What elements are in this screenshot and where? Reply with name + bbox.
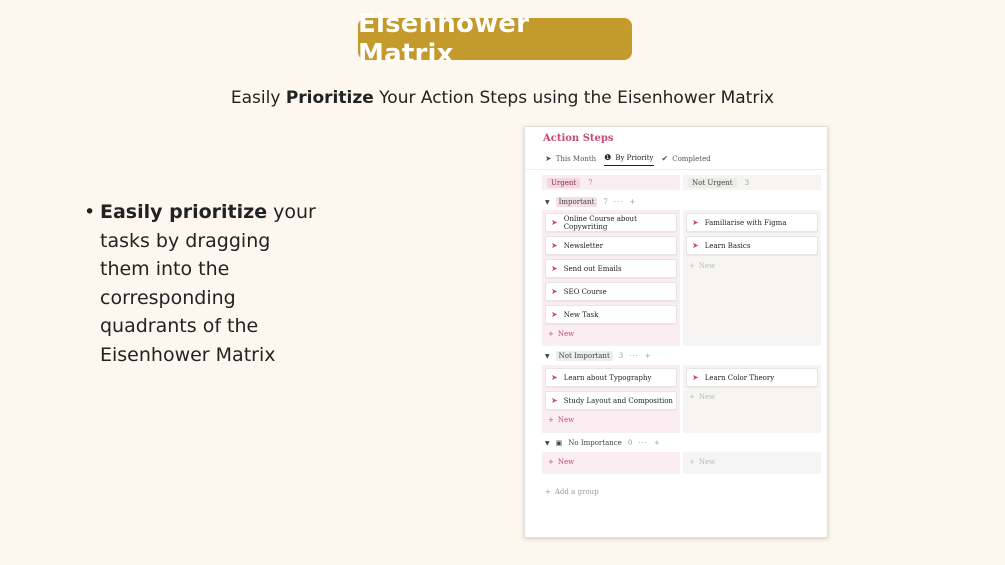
priority-icon: ❶ [604,152,612,162]
task-card[interactable]: ➤ Newsletter [545,236,677,255]
plus-icon: + [689,393,695,401]
add-icon[interactable]: + [654,439,661,447]
column-header-urgent[interactable]: Urgent 7 [542,175,680,190]
quadrant-important-not-urgent: ➤ Familiarise with Figma ➤ Learn Basics + N… [683,210,821,346]
add-icon[interactable]: + [645,352,652,360]
task-card[interactable]: ➤ Learn Color Theory [686,368,818,387]
tab-divider [525,169,827,170]
new-item-button[interactable]: + New [689,393,715,401]
inbox-icon: ▣ [555,439,563,447]
cursor-icon: ➤ [692,217,699,227]
bullet-dot-icon: • [84,201,96,223]
quadrant-not-important-urgent: ➤ Learn about Typography ➤ Study Layout an… [542,365,680,433]
plus-icon: + [548,458,554,466]
view-tabs: ➤ This Month ❶ By Priority ✔ Completed [545,152,711,166]
add-group-button[interactable]: + Add a group [545,488,599,496]
group-header-important[interactable]: ▼ Important 7 ··· + [545,196,636,208]
more-actions-icon[interactable]: ··· [638,439,648,447]
collapse-triangle-icon[interactable]: ▼ [545,199,550,206]
new-item-button[interactable]: + New [689,262,715,270]
task-card[interactable]: ➤ Learn Basics [686,236,818,255]
task-card[interactable]: ➤ Learn about Typography [545,368,677,387]
cursor-icon: ➤ [551,263,558,273]
new-item-button[interactable]: + New [548,330,574,338]
plus-icon: + [545,488,551,496]
new-item-button[interactable]: + New [548,458,574,466]
more-actions-icon[interactable]: ··· [629,352,639,360]
cursor-icon: ➤ [545,154,552,163]
tab-completed[interactable]: ✔ Completed [662,152,711,166]
column-header-not-urgent[interactable]: Not Urgent 3 [683,175,821,190]
new-item-button[interactable]: + New [548,416,574,424]
collapse-triangle-icon[interactable]: ▼ [545,440,550,447]
check-circle-icon: ✔ [661,154,669,163]
cursor-icon: ➤ [551,309,558,319]
cursor-icon: ➤ [692,372,699,382]
quadrant-important-urgent: ➤ Online Course about Copywriting ➤ Newsle… [542,210,680,346]
collapse-triangle-icon[interactable]: ▼ [545,353,550,360]
cursor-icon: ➤ [551,395,558,405]
plus-icon: + [689,262,695,270]
task-card[interactable]: ➤ New Task [545,305,677,324]
add-icon[interactable]: + [630,198,637,206]
quadrant-no-importance-not-urgent: + New [683,452,821,474]
group-header-not-important[interactable]: ▼ Not Important 3 ··· + [545,350,652,362]
feature-bullet: • Easily prioritize your tasks by draggi… [84,198,324,369]
task-card[interactable]: ➤ Study Layout and Composition [545,391,677,410]
plus-icon: + [548,416,554,424]
task-card[interactable]: ➤ Online Course about Copywriting [545,213,677,232]
plus-icon: + [548,330,554,338]
task-card[interactable]: ➤ SEO Course [545,282,677,301]
task-card[interactable]: ➤ Familiarise with Figma [686,213,818,232]
more-actions-icon[interactable]: ··· [614,198,624,206]
page-subtitle: Easily Prioritize Your Action Steps usin… [230,88,775,108]
action-steps-board: Action Steps ➤ This Month ❶ By Priority … [524,126,828,538]
tab-by-priority[interactable]: ❶ By Priority [604,152,654,166]
plus-icon: + [689,458,695,466]
task-card[interactable]: ➤ Send out Emails [545,259,677,278]
cursor-icon: ➤ [551,217,558,227]
cursor-icon: ➤ [551,372,558,382]
tab-this-month[interactable]: ➤ This Month [545,152,596,166]
group-header-no-importance[interactable]: ▼ ▣ No Importance 0 ··· + [545,437,661,449]
quadrant-no-importance-urgent: + New [542,452,680,474]
page-title: Eisenhower Matrix [358,9,632,69]
board-title: Action Steps [543,133,614,144]
cursor-icon: ➤ [551,286,558,296]
quadrant-not-important-not-urgent: ➤ Learn Color Theory + New [683,365,821,433]
cursor-icon: ➤ [551,240,558,250]
cursor-icon: ➤ [692,240,699,250]
new-item-button[interactable]: + New [689,458,715,466]
